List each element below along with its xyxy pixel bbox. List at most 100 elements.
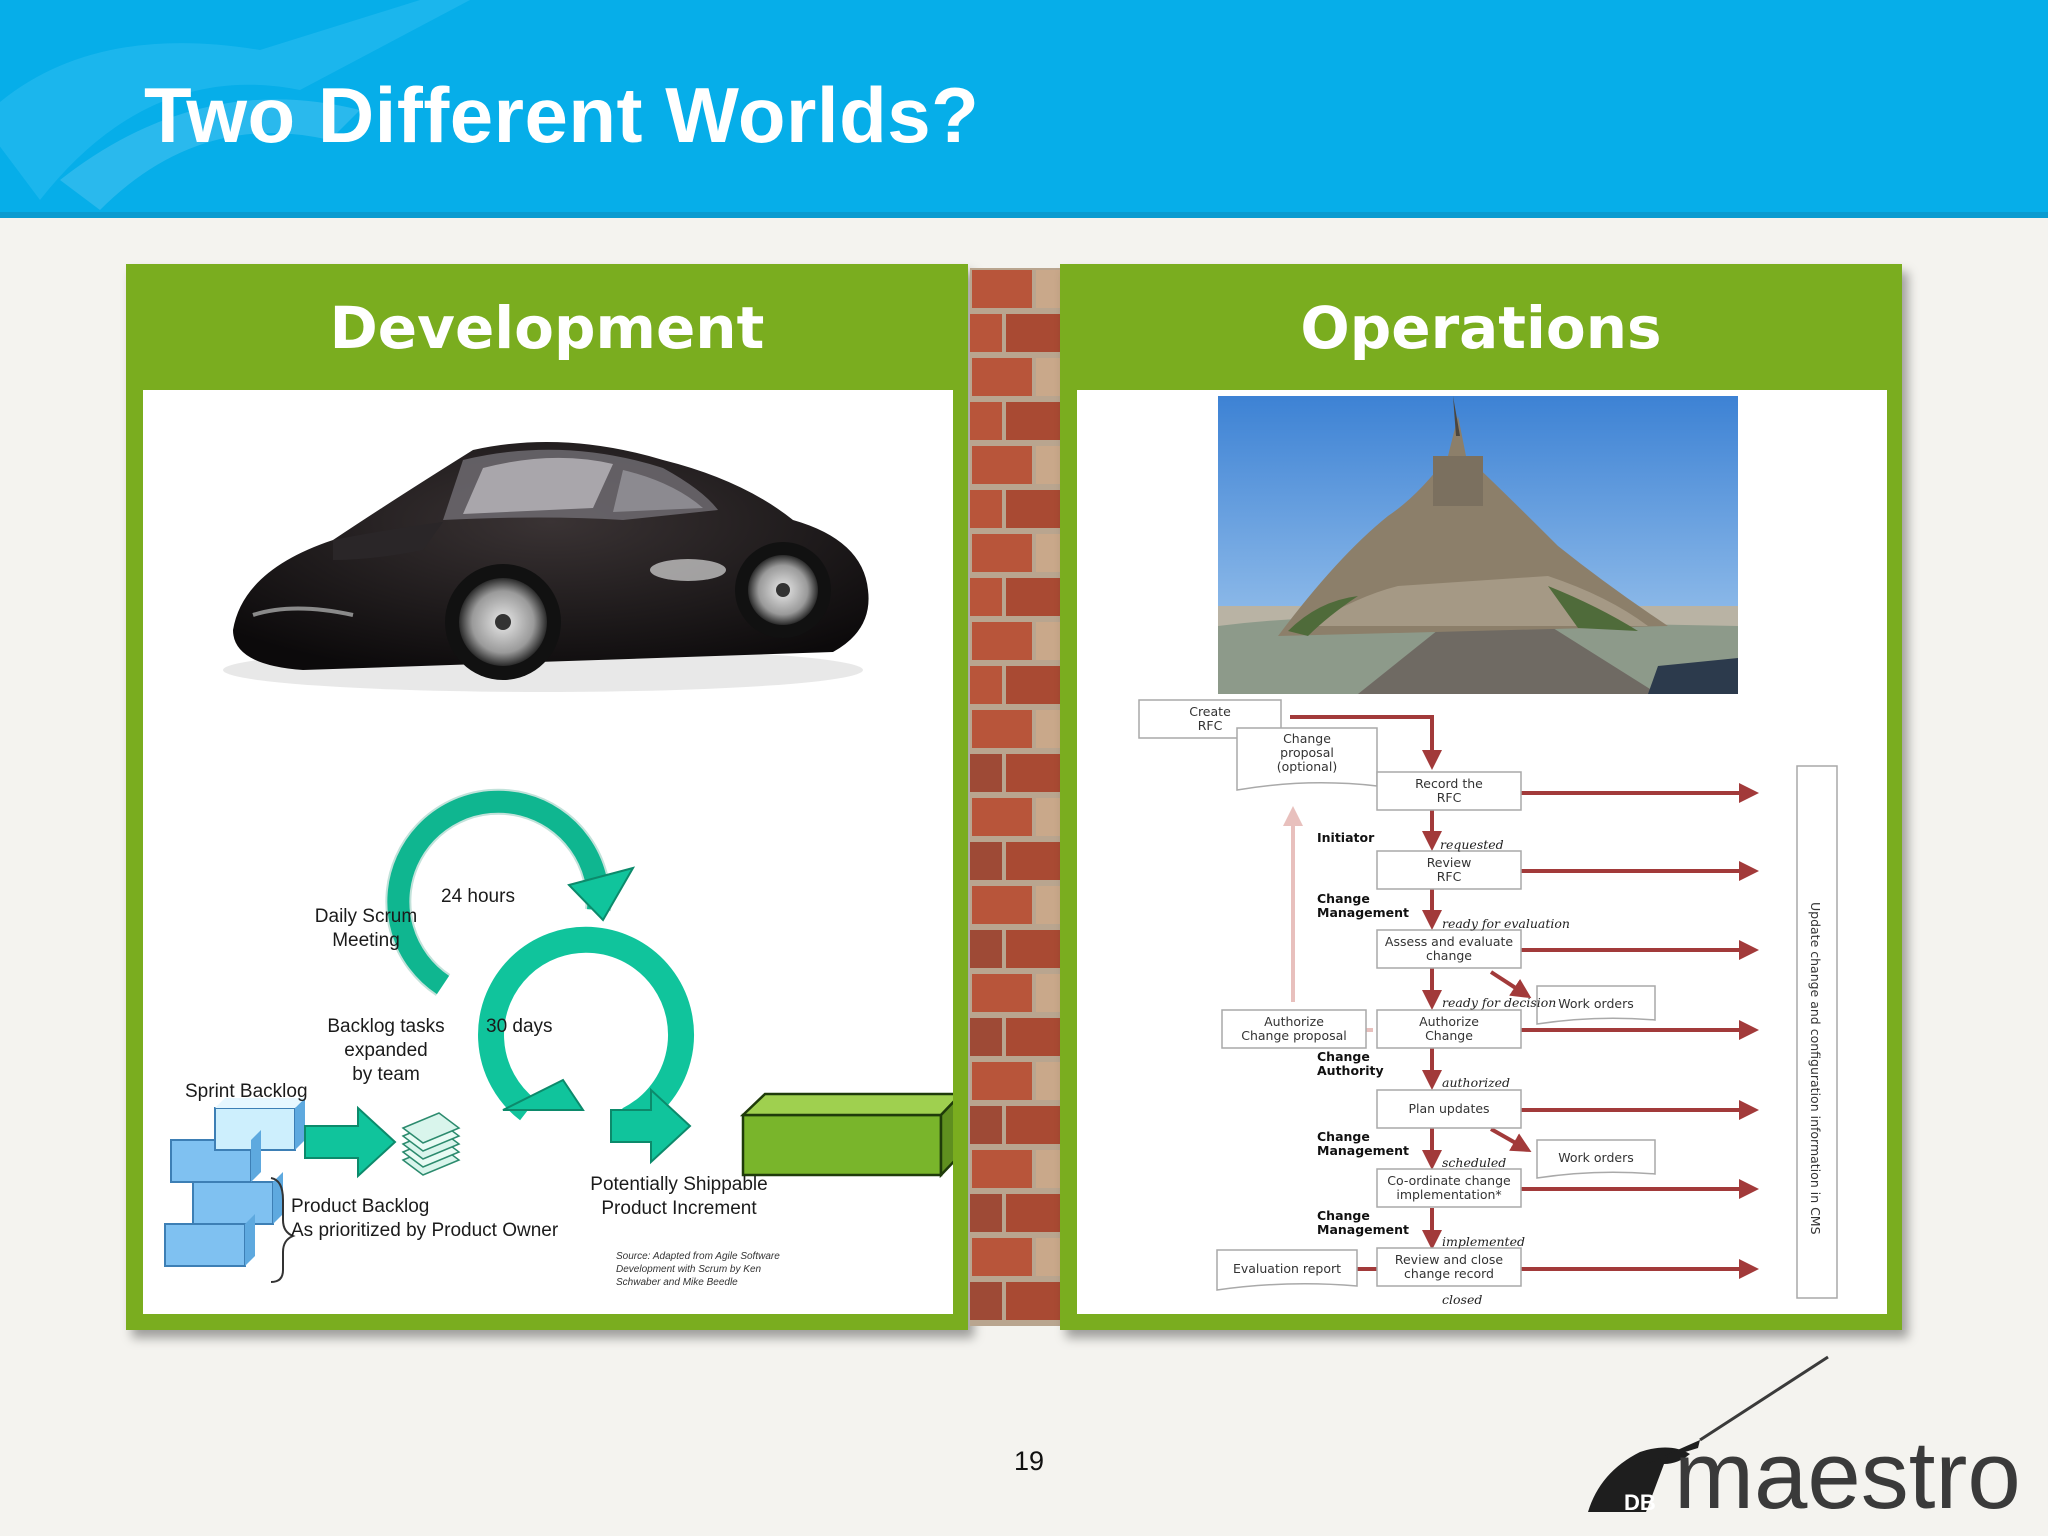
brick [1036, 710, 1060, 748]
role-change-mgmt-1: Change [1317, 891, 1370, 906]
brick [970, 930, 1002, 968]
status-ready-evaluation: ready for evaluation [1442, 916, 1570, 931]
brick [972, 534, 1032, 572]
brick [970, 1282, 1002, 1320]
brick [972, 270, 1032, 308]
brick [1006, 402, 1060, 440]
brick [972, 446, 1032, 484]
label-product-increment: Product Increment [601, 1198, 757, 1219]
operations-content: Create RFC Change proposal (optional) Re… [1077, 390, 1887, 1314]
brick [970, 578, 1002, 616]
brick [1006, 1018, 1060, 1056]
brick [1006, 1282, 1060, 1320]
label-24-hours: 24 hours [441, 886, 515, 907]
brick [1036, 1238, 1060, 1276]
backlog-task-papers [401, 1112, 461, 1176]
page-number: 19 [1013, 1446, 1045, 1476]
brick [970, 314, 1002, 352]
brick [1006, 578, 1060, 616]
step-coordinate-implementation-line2: implementation* [1396, 1187, 1501, 1202]
role-change-mgmt-2: Change [1317, 1129, 1370, 1144]
brick [972, 798, 1032, 836]
dbmaestro-logo: DB maestro [1588, 1355, 2021, 1522]
brick [972, 1238, 1032, 1276]
logo-db: DB [1624, 1490, 1656, 1515]
label-backlog-tasks: Backlog tasks [327, 1016, 444, 1037]
brick [1006, 666, 1060, 704]
status-ready-decision: ready for decision [1442, 995, 1556, 1010]
cms-update-label: Update change and configuration informat… [1808, 902, 1823, 1235]
brick [1006, 314, 1060, 352]
role-change-authority: Change [1317, 1049, 1370, 1064]
step-authorize-proposal: Authorize [1264, 1014, 1324, 1029]
brick [1006, 1106, 1060, 1144]
brick [1036, 446, 1060, 484]
status-requested: requested [1440, 837, 1504, 852]
title-bar: Two Different Worlds? [0, 0, 2048, 218]
step-create-rfc: Create [1189, 704, 1231, 719]
brick [1036, 1150, 1060, 1188]
brick [1006, 1194, 1060, 1232]
brick [972, 710, 1032, 748]
brick [1006, 930, 1060, 968]
label-product-backlog: Product Backlog [291, 1196, 429, 1217]
operations-panel: Operations Create RFC Change proposal (o… [1060, 264, 1902, 1330]
step-review-rfc-line2: RFC [1437, 869, 1462, 884]
step-authorize-change-line2: Change [1425, 1028, 1473, 1043]
step-assess-change: Assess and evaluate [1385, 934, 1513, 949]
status-closed: closed [1442, 1292, 1482, 1307]
step-work-orders-1: Work orders [1558, 996, 1633, 1011]
step-record-rfc-line2: RFC [1437, 790, 1462, 805]
product-increment-box [739, 1092, 953, 1179]
brick [972, 358, 1032, 396]
label-30-days: 30 days [486, 1016, 553, 1037]
brick [970, 1194, 1002, 1232]
brick [972, 622, 1032, 660]
product-backlog-boxes [164, 1098, 305, 1267]
brick [1006, 754, 1060, 792]
brick [1036, 534, 1060, 572]
source-line-3: Schwaber and Mike Beedle [616, 1277, 738, 1288]
role-change-mgmt-3: Change [1317, 1208, 1370, 1223]
step-change-proposal-line3: (optional) [1277, 759, 1337, 774]
step-create-rfc-line2: RFC [1198, 718, 1223, 733]
brick [1036, 1062, 1060, 1100]
step-review-close-line2: change record [1404, 1266, 1494, 1281]
label-daily-scrum: Daily Scrum [315, 906, 417, 927]
logo-brand: maestro [1674, 1422, 2021, 1522]
status-authorized: authorized [1442, 1075, 1510, 1090]
step-review-close: Review and close [1395, 1252, 1504, 1267]
label-daily-scrum-meeting: Meeting [332, 930, 400, 951]
step-work-orders-2: Work orders [1558, 1150, 1633, 1165]
brick [970, 402, 1002, 440]
source-line-1: Source: Adapted from Agile Software [616, 1251, 780, 1262]
role-change-mgmt-1-line2: Management [1317, 905, 1409, 920]
step-change-proposal-line2: proposal [1280, 745, 1334, 760]
development-content: Sprint Backlog Daily Scrum Meeting 24 ho… [143, 390, 953, 1314]
brick [1036, 886, 1060, 924]
brick [970, 842, 1002, 880]
slide-title: Two Different Worlds? [144, 71, 980, 159]
brick [972, 1062, 1032, 1100]
role-change-mgmt-3-line2: Management [1317, 1222, 1409, 1237]
status-implemented: implemented [1442, 1234, 1525, 1249]
step-assess-change-line2: change [1426, 948, 1472, 963]
step-authorize-change: Authorize [1419, 1014, 1479, 1029]
brick [1036, 270, 1060, 308]
brick [970, 666, 1002, 704]
status-scheduled: scheduled [1442, 1155, 1506, 1170]
change-management-flow: Create RFC Change proposal (optional) Re… [1138, 699, 1838, 1307]
label-prioritized-by-owner: As prioritized by Product Owner [291, 1220, 559, 1241]
role-change-authority-line2: Authority [1317, 1063, 1384, 1078]
development-panel: Development Sprint Backlog Daily Scrum M… [126, 264, 968, 1330]
brick [1036, 974, 1060, 1012]
step-evaluation-report: Evaluation report [1233, 1261, 1341, 1276]
label-expanded: expanded [344, 1040, 427, 1061]
brick [972, 974, 1032, 1012]
source-line-2: Development with Scrum by Ken [616, 1264, 762, 1275]
step-plan-updates: Plan updates [1408, 1101, 1489, 1116]
label-by-team: by team [352, 1064, 420, 1085]
step-change-proposal: Change [1283, 731, 1331, 746]
brick-wall-divider [970, 268, 1060, 1326]
brick [1036, 358, 1060, 396]
